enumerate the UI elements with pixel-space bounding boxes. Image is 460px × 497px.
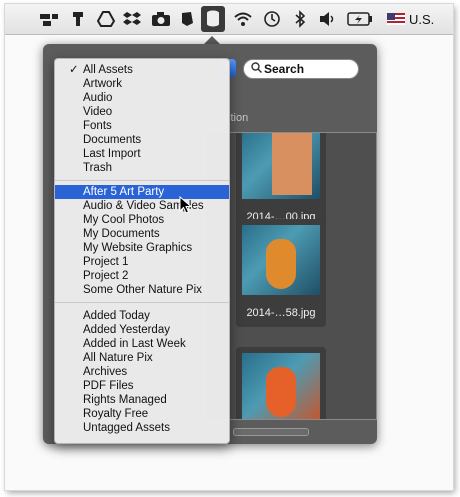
thumbnail-caption: 2014-…58.jpg bbox=[246, 307, 316, 319]
menu-bar: U.S. bbox=[5, 4, 453, 35]
search-field[interactable]: Search bbox=[243, 59, 359, 79]
bluetooth-icon[interactable] bbox=[293, 10, 307, 28]
menu-item-my-cool-photos[interactable]: My Cool Photos bbox=[55, 213, 229, 227]
menu-item-added-yesterday[interactable]: Added Yesterday bbox=[55, 323, 229, 337]
menu-item-added-in-last-week[interactable]: Added in Last Week bbox=[55, 337, 229, 351]
us-flag-icon[interactable] bbox=[387, 10, 405, 28]
dropbox-icon[interactable] bbox=[123, 10, 141, 28]
menu-item-rights-managed[interactable]: Rights Managed bbox=[55, 393, 229, 407]
hammer-icon[interactable] bbox=[71, 10, 85, 28]
search-placeholder: Search bbox=[264, 62, 305, 76]
time-machine-icon[interactable] bbox=[263, 10, 281, 28]
menu-item-all-nature-pix[interactable]: All Nature Pix bbox=[55, 351, 229, 365]
input-source-label[interactable]: U.S. bbox=[409, 12, 434, 27]
collection-dropdown-menu: ✓ All Assets Artwork Audio Video Fonts D… bbox=[54, 58, 230, 444]
menu-item-audio[interactable]: Audio bbox=[55, 91, 229, 105]
asset-grid[interactable]: 2014-…00.jpg 2014-…58.jpg bbox=[205, 132, 377, 420]
menu-item-project-2[interactable]: Project 2 bbox=[55, 269, 229, 283]
menu-separator bbox=[55, 180, 229, 181]
menu-item-artwork[interactable]: Artwork bbox=[55, 77, 229, 91]
asset-thumbnail[interactable]: 2014-…58.jpg bbox=[236, 219, 326, 327]
menu-item-video[interactable]: Video bbox=[55, 105, 229, 119]
search-icon bbox=[248, 62, 264, 76]
menu-item-trash[interactable]: Trash bbox=[55, 161, 229, 175]
thumbnail-image bbox=[242, 353, 320, 419]
menu-item-added-today[interactable]: Added Today bbox=[55, 309, 229, 323]
thumbnail-image bbox=[242, 225, 320, 295]
asset-thumbnail[interactable] bbox=[236, 347, 326, 419]
wifi-icon[interactable] bbox=[233, 10, 253, 28]
menu-item-all-assets[interactable]: All Assets bbox=[55, 63, 229, 77]
menu-item-after-5-art-party[interactable]: After 5 Art Party bbox=[55, 185, 229, 199]
asset-thumbnail[interactable]: 2014-…00.jpg bbox=[236, 133, 326, 231]
menu-separator bbox=[55, 302, 229, 303]
volume-icon[interactable] bbox=[319, 10, 337, 28]
menu-item-documents[interactable]: Documents bbox=[55, 133, 229, 147]
menu-item-fonts[interactable]: Fonts bbox=[55, 119, 229, 133]
menu-item-my-documents[interactable]: My Documents bbox=[55, 227, 229, 241]
menu-item-last-import[interactable]: Last Import bbox=[55, 147, 229, 161]
menu-item-my-website-graphics[interactable]: My Website Graphics bbox=[55, 241, 229, 255]
menu-item-archives[interactable]: Archives bbox=[55, 365, 229, 379]
menu-item-some-other-nature-pix[interactable]: Some Other Nature Pix bbox=[55, 283, 229, 297]
evernote-icon[interactable] bbox=[179, 10, 195, 28]
screenshot-frame: U.S. ⬍ Search ction 2014-…00.jpg 2014-…5… bbox=[5, 4, 453, 490]
camera-icon[interactable] bbox=[151, 10, 171, 28]
battery-icon[interactable] bbox=[347, 10, 373, 28]
mouse-pointer-icon bbox=[179, 196, 193, 214]
drive-icon[interactable] bbox=[97, 10, 115, 28]
menu-item-project-1[interactable]: Project 1 bbox=[55, 255, 229, 269]
thumbnail-image bbox=[242, 133, 320, 199]
menu-item-audio-video-samples[interactable]: Audio & Video Samples bbox=[55, 199, 229, 213]
menu-item-untagged-assets[interactable]: Untagged Assets bbox=[55, 421, 229, 435]
menu-item-pdf-files[interactable]: PDF Files bbox=[55, 379, 229, 393]
menubar-app-icon[interactable] bbox=[39, 10, 59, 28]
horizontal-scrollbar[interactable] bbox=[233, 428, 309, 436]
database-icon[interactable] bbox=[205, 10, 221, 28]
menu-item-royalty-free[interactable]: Royalty Free bbox=[55, 407, 229, 421]
